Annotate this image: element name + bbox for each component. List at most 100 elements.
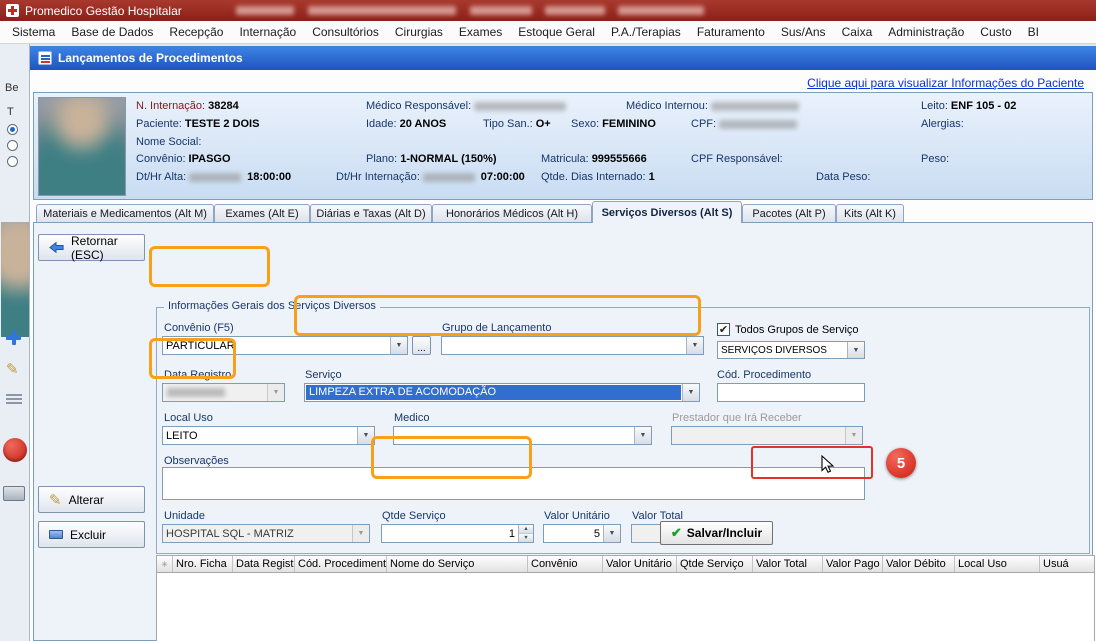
grid-col-usuario[interactable]: Usuá bbox=[1040, 556, 1094, 572]
menu-caixa[interactable]: Caixa bbox=[834, 22, 881, 42]
grid-col-local-uso[interactable]: Local Uso bbox=[955, 556, 1040, 572]
redacted-titlebar-text bbox=[545, 6, 605, 15]
tab-materiais-medicamentos[interactable]: Materiais e Medicamentos (Alt M) bbox=[36, 204, 214, 223]
grid-col-data-regist[interactable]: Data Regist bbox=[233, 556, 295, 572]
convenio-label: Convênio: bbox=[136, 153, 186, 165]
menu-custo[interactable]: Custo bbox=[972, 22, 1019, 42]
grid-body[interactable] bbox=[156, 573, 1095, 641]
patient-info-link[interactable]: Clique aqui para visualizar Informações … bbox=[807, 76, 1084, 90]
tab-servicos-diversos[interactable]: Serviços Diversos (Alt S) bbox=[592, 201, 742, 223]
menu-estoque-geral[interactable]: Estoque Geral bbox=[510, 22, 603, 42]
grid-col-cod-procedimento[interactable]: Cód. Procediment bbox=[295, 556, 387, 572]
printer-icon bbox=[3, 486, 25, 501]
patient-photo bbox=[38, 97, 126, 196]
alterar-label: Alterar bbox=[69, 493, 104, 507]
tipo-san-value: O+ bbox=[536, 118, 551, 130]
field-convenio: Convênio:IPASGO bbox=[136, 153, 231, 165]
menu-sus-ans[interactable]: Sus/Ans bbox=[773, 22, 834, 42]
salvar-incluir-button[interactable]: ✔ Salvar/Incluir bbox=[660, 521, 773, 545]
matricula-label: Matricula: bbox=[541, 153, 589, 165]
grid-col-valor-pago[interactable]: Valor Pago bbox=[823, 556, 883, 572]
dias-internado-label: Qtde. Dias Internado: bbox=[541, 171, 646, 183]
grid-col-valor-unitario[interactable]: Valor Unitário bbox=[603, 556, 677, 572]
field-nome-social: Nome Social: bbox=[136, 136, 201, 148]
grid-col-qtde-servico[interactable]: Qtde Serviço bbox=[677, 556, 753, 572]
dthr-internacao-label: Dt/Hr Internação: bbox=[336, 171, 420, 183]
menu-internacao[interactable]: Internação bbox=[231, 22, 304, 42]
chevron-down-icon: ▼ bbox=[352, 525, 369, 542]
alterar-button[interactable]: ✎ Alterar bbox=[38, 486, 145, 513]
field-plano: Plano:1-NORMAL (150%) bbox=[366, 153, 497, 165]
paciente-value: TESTE 2 DOIS bbox=[185, 118, 260, 130]
menu-bi[interactable]: BI bbox=[1020, 22, 1047, 42]
qtde-servico-value: 1 bbox=[382, 528, 518, 540]
medico-internou-label: Médico Internou: bbox=[626, 100, 708, 112]
servico-combobox[interactable]: LIMPEZA EXTRA DE ACOMODAÇÃO ▼ bbox=[304, 383, 700, 402]
observacoes-textarea[interactable] bbox=[162, 467, 865, 500]
observacoes-label: Observações bbox=[164, 455, 229, 467]
grid-col-nome-servico[interactable]: Nome do Serviço bbox=[387, 556, 528, 572]
valor-unitario-field[interactable]: 5 ▼ bbox=[543, 524, 621, 543]
spin-down-icon: ▼ bbox=[519, 534, 533, 542]
local-uso-label: Local Uso bbox=[164, 412, 213, 424]
plano-label: Plano: bbox=[366, 153, 397, 165]
tab-kits[interactable]: Kits (Alt K) bbox=[836, 204, 904, 223]
annotation-step-number: 5 bbox=[897, 455, 905, 472]
convenio-combobox-value: PARTICULAR bbox=[163, 340, 390, 352]
data-registro-combobox[interactable]: ▼ bbox=[162, 383, 285, 402]
tipo-san-label: Tipo San.: bbox=[483, 118, 533, 130]
peso-label: Peso: bbox=[921, 153, 949, 165]
chevron-down-icon: ▼ bbox=[682, 384, 699, 401]
cod-procedimento-input[interactable] bbox=[717, 383, 865, 402]
menu-sistema[interactable]: Sistema bbox=[4, 22, 63, 42]
menu-pa-terapias[interactable]: P.A./Terapias bbox=[603, 22, 689, 42]
chevron-down-icon: ▼ bbox=[357, 427, 374, 444]
local-uso-value: LEITO bbox=[163, 430, 357, 442]
dthr-internacao-time: 07:00:00 bbox=[481, 171, 525, 183]
redacted-value bbox=[719, 120, 797, 129]
redacted-titlebar-text bbox=[470, 6, 532, 15]
local-uso-combobox[interactable]: LEITO ▼ bbox=[162, 426, 375, 445]
menu-exames[interactable]: Exames bbox=[451, 22, 510, 42]
medico-combobox[interactable]: ▼ bbox=[393, 426, 652, 445]
unidade-combobox: HOSPITAL SQL - MATRIZ ▼ bbox=[162, 524, 370, 543]
excluir-button[interactable]: Excluir bbox=[38, 521, 145, 548]
servico-selected-value: LIMPEZA EXTRA DE ACOMODAÇÃO bbox=[306, 385, 681, 400]
convenio-f5-label: Convênio (F5) bbox=[164, 322, 234, 334]
menu-cirurgias[interactable]: Cirurgias bbox=[387, 22, 451, 42]
qtde-servico-spinner[interactable]: 1 ▲▼ bbox=[381, 524, 534, 543]
grid-header: ✳ Nro. Ficha Data Regist Cód. Procedimen… bbox=[156, 555, 1095, 573]
grid-col-valor-total[interactable]: Valor Total bbox=[753, 556, 823, 572]
check-icon: ✔ bbox=[671, 525, 682, 541]
radio-button[interactable] bbox=[7, 140, 18, 151]
retornar-button[interactable]: Retornar (ESC) bbox=[38, 234, 145, 261]
field-sexo: Sexo:FEMININO bbox=[571, 118, 656, 130]
grupo-servico-combobox[interactable]: SERVIÇOS DIVERSOS ▼ bbox=[717, 341, 865, 359]
grid-col-convenio[interactable]: Convênio bbox=[528, 556, 603, 572]
spinner-buttons[interactable]: ▲▼ bbox=[518, 525, 533, 542]
field-tipo-sanguineo: Tipo San.:O+ bbox=[483, 118, 551, 130]
menu-faturamento[interactable]: Faturamento bbox=[689, 22, 773, 42]
menu-administracao[interactable]: Administração bbox=[880, 22, 972, 42]
menu-recepcao[interactable]: Recepção bbox=[161, 22, 231, 42]
dias-internado-value: 1 bbox=[649, 171, 655, 183]
background-window-strip: Be T ✎ bbox=[0, 44, 30, 641]
valor-unitario-value: 5 bbox=[544, 528, 603, 540]
grid-col-valor-debito[interactable]: Valor Débito bbox=[883, 556, 955, 572]
menu-base-de-dados[interactable]: Base de Dados bbox=[63, 22, 161, 42]
tab-exames[interactable]: Exames (Alt E) bbox=[214, 204, 310, 223]
tab-pacotes[interactable]: Pacotes (Alt P) bbox=[742, 204, 836, 223]
cpf-label: CPF: bbox=[691, 118, 716, 130]
tab-honorarios-medicos[interactable]: Honorários Médicos (Alt H) bbox=[432, 204, 592, 223]
browse-button[interactable]: ... bbox=[412, 336, 431, 355]
grid-col-nro-ficha[interactable]: Nro. Ficha bbox=[173, 556, 233, 572]
convenio-combobox[interactable]: PARTICULAR ▼ bbox=[162, 336, 408, 355]
grupo-lancamento-combobox[interactable]: ▼ bbox=[441, 336, 704, 355]
redacted-titlebar-text bbox=[308, 6, 456, 15]
todos-grupos-checkbox[interactable]: ✔ bbox=[717, 323, 730, 336]
menu-consultorios[interactable]: Consultórios bbox=[304, 22, 387, 42]
dialog-title: Lançamentos de Procedimentos bbox=[58, 51, 243, 65]
tab-diarias-taxas[interactable]: Diárias e Taxas (Alt D) bbox=[310, 204, 432, 223]
radio-button[interactable] bbox=[7, 124, 18, 135]
radio-button[interactable] bbox=[7, 156, 18, 167]
